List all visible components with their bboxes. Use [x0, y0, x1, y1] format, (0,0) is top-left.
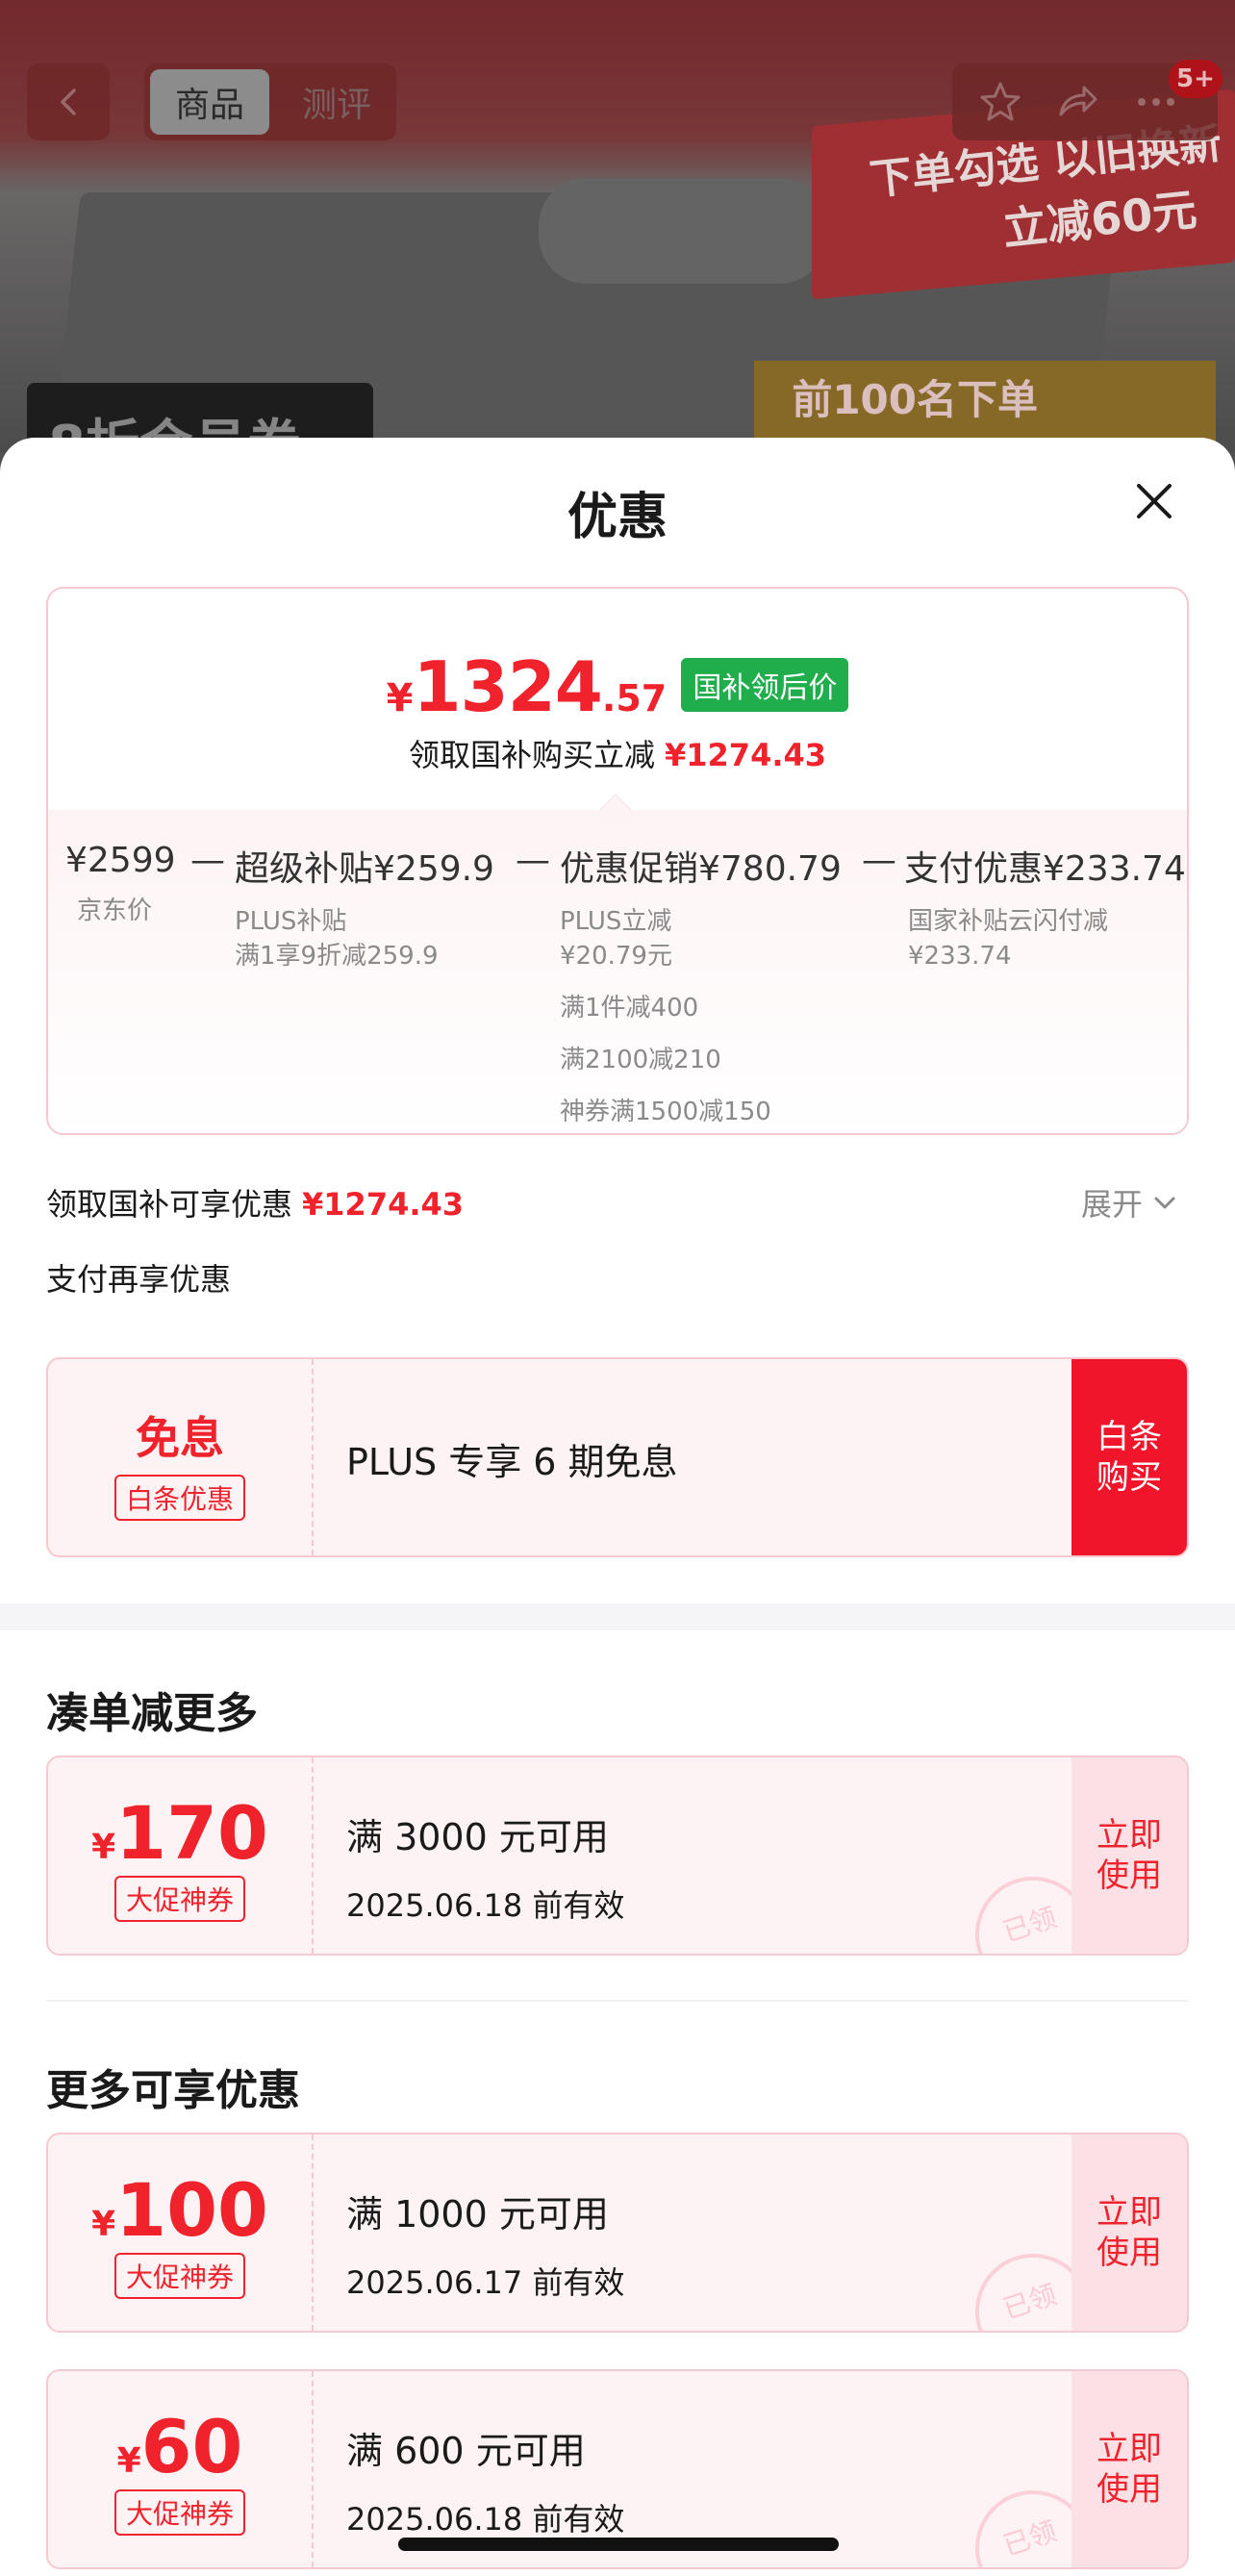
section-separator: [0, 1604, 1235, 1630]
price-decimal: .57: [601, 677, 668, 720]
coupon-left: ¥60 大促神券: [48, 2371, 314, 2567]
coupon-desc: PLUS 专享 6 期免息: [346, 1441, 678, 1483]
coupon-value: 100: [115, 2167, 268, 2253]
price-integer: 1324: [413, 646, 603, 727]
subsidy-row: 领取国补可享优惠 ¥1274.43: [46, 1180, 464, 1225]
subsidy-amount: ¥1274.43: [665, 737, 827, 773]
coupon-tag: 大促神券: [113, 1876, 245, 1922]
chevron-down-icon: [1154, 1197, 1175, 1209]
price-summary-card: ¥1324.57 国补领后价 领取国补购买立减 ¥1274.43 ¥2599 京东…: [46, 587, 1189, 1135]
coupon-expiry: 2025.06.18 前有效: [346, 1887, 625, 1924]
coupon-currency: ¥: [91, 2205, 116, 2244]
coupon-left: ¥170 大促神券: [48, 1757, 314, 1954]
tab-review[interactable]: 测评: [289, 69, 385, 135]
coupon-card: ¥100 大促神券 满 1000 元可用 2025.06.17 前有效 已领 立…: [46, 2133, 1189, 2333]
sheet-title: 优惠: [567, 489, 668, 546]
breakdown-sub: 京东价: [77, 897, 153, 925]
coupon-expiry: 2025.06.18 前有效: [346, 2501, 625, 2538]
breakdown-main: 支付优惠¥233.74: [904, 849, 1186, 889]
use-coupon-button[interactable]: 立即 使用: [1071, 2134, 1187, 2331]
coupon-tag: 白条优惠: [113, 1475, 245, 1521]
coupon-amount: ¥170: [48, 1790, 312, 1876]
price-type-tag: 国补领后价: [681, 658, 849, 712]
expand-label: 展开: [1081, 1186, 1144, 1223]
subsidy-row-amount: ¥1274.43: [302, 1186, 465, 1223]
section-title: 凑单减更多: [46, 1689, 258, 1738]
breakdown-super-subsidy: 超级补贴¥259.9 PLUS补贴 满1享9折减259.9: [235, 841, 494, 973]
discount-sheet: 优惠 ¥1324.57 国补领后价 领取国补购买立减 ¥1274.43 ¥2599…: [0, 438, 1235, 2576]
use-coupon-button[interactable]: 立即 使用: [1071, 1757, 1187, 1954]
baitiao-buy-button[interactable]: 白条 购买: [1071, 1359, 1187, 1555]
divider: [46, 2000, 1189, 2002]
breakdown-separator: —: [516, 841, 550, 880]
tab-product[interactable]: 商品: [150, 69, 269, 135]
coupon-amount: ¥60: [48, 2404, 312, 2489]
subsidy-label: 领取国补购买立减: [408, 737, 655, 773]
breakdown-main: ¥2599: [65, 841, 176, 880]
promo-rule: 神券满1500减150: [560, 1098, 771, 1126]
section-title: 更多可享优惠: [46, 2066, 300, 2115]
price-breakdown: ¥2599 京东价 — 超级补贴¥259.9 PLUS补贴 满1享9折减259.…: [48, 841, 1187, 1129]
coupon-body: 满 1000 元可用 2025.06.17 前有效: [346, 2134, 624, 2331]
coupon-left-title: 免息: [136, 1412, 224, 1464]
subsidy-row-label: 领取国补可享优惠: [46, 1186, 293, 1223]
message-badge: 5+: [1169, 60, 1222, 98]
favorite-star-icon[interactable]: [975, 77, 1025, 127]
breakdown-sub: PLUS立减 ¥20.79元 满1件减400 满2100减210 神券满1500…: [560, 904, 842, 1129]
coupon-tag: 大促神券: [113, 2489, 245, 2536]
coupon-condition: 满 600 元可用: [346, 2430, 586, 2472]
price-currency: ¥: [386, 676, 414, 720]
coupon-condition: 满 1000 元可用: [346, 2193, 609, 2235]
breakdown-promotion: 优惠促销¥780.79 PLUS立减 ¥20.79元 满1件减400 满2100…: [560, 841, 842, 1129]
breakdown-payment: 支付优惠¥233.74 国家补贴云闪付减 ¥233.74: [904, 841, 1186, 973]
back-arrow-icon: [61, 88, 76, 115]
coupon-value: 170: [115, 1790, 268, 1876]
coupon-currency: ¥: [116, 2441, 141, 2481]
breakdown-main: 优惠促销¥780.79: [560, 849, 842, 889]
coupon-value: 60: [140, 2404, 243, 2489]
breakdown-sub: 国家补贴云闪付减 ¥233.74: [908, 907, 1109, 971]
promo-rule: 满2100减210: [560, 1046, 721, 1074]
top-navigation: 商品 测评: [0, 58, 1235, 144]
coupon-left: ¥100 大促神券: [48, 2134, 314, 2331]
coupon-body: 满 3000 元可用 2025.06.18 前有效: [346, 1757, 624, 1954]
breakdown-jd-price: ¥2599 京东价: [65, 841, 176, 928]
breakdown-sub: PLUS补贴 满1享9折减259.9: [235, 907, 439, 971]
coupon-tag: 大促神券: [113, 2253, 245, 2299]
subsidy-line: 领取国补购买立减 ¥1274.43: [48, 731, 1187, 775]
coupon-currency: ¥: [91, 1828, 116, 1867]
breakdown-separator: —: [862, 841, 896, 880]
coupon-expiry: 2025.06.17 前有效: [346, 2264, 625, 2301]
coupon-condition: 满 3000 元可用: [346, 1816, 609, 1858]
share-icon[interactable]: [1052, 77, 1102, 127]
pay-row-label: 支付再享优惠: [46, 1261, 232, 1298]
baitiao-coupon: 免息 白条优惠 PLUS 专享 6 期免息 白条 购买: [46, 1357, 1189, 1557]
coupon-amount: ¥100: [48, 2167, 312, 2253]
coupon-left: 免息 白条优惠: [48, 1359, 314, 1555]
use-coupon-button[interactable]: 立即 使用: [1071, 2371, 1187, 2567]
close-button[interactable]: [1123, 470, 1185, 532]
final-price: ¥1324.57 国补领后价: [48, 646, 1187, 727]
coupon-body: PLUS 专享 6 期免息: [346, 1359, 678, 1555]
breakdown-separator: —: [190, 841, 225, 880]
coupon-card: ¥170 大促神券 满 3000 元可用 2025.06.18 前有效 已领 立…: [46, 1755, 1189, 1956]
back-button[interactable]: [27, 63, 110, 140]
breakdown-main: 超级补贴¥259.9: [235, 849, 494, 889]
nav-tabs: 商品 测评: [144, 63, 396, 140]
expand-button[interactable]: 展开: [1081, 1180, 1177, 1225]
close-icon: [1137, 484, 1172, 518]
promo-rule: 满1件减400: [560, 994, 699, 1023]
home-indicator[interactable]: [398, 2538, 839, 2551]
